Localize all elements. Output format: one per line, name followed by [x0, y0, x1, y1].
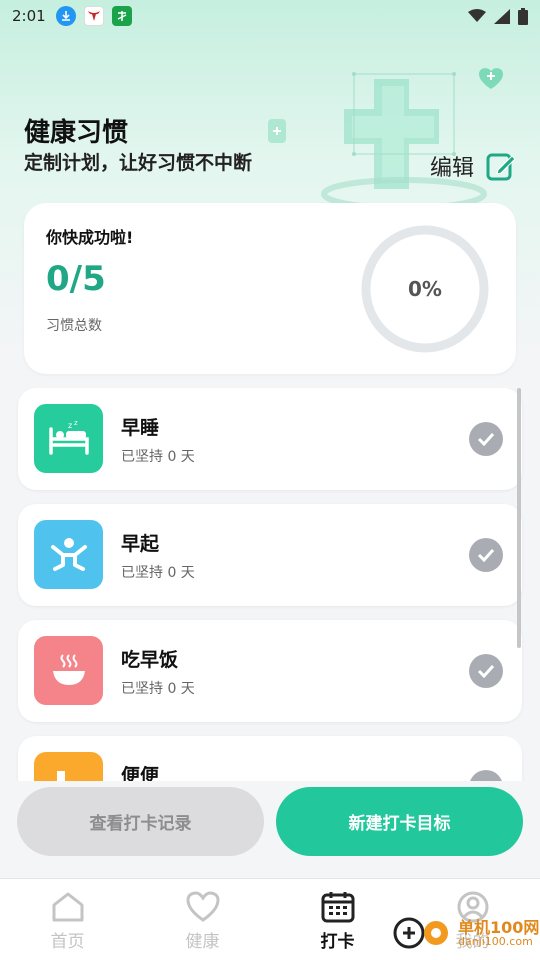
check-icon[interactable]: [469, 538, 503, 572]
wifi-icon: [468, 9, 486, 22]
summary-message: 你快成功啦!: [46, 228, 134, 247]
check-icon[interactable]: [469, 422, 503, 456]
habit-count-label: 习惯总数: [46, 318, 102, 334]
habit-card-poop[interactable]: 便便: [18, 736, 522, 781]
habit-name: 便便: [121, 765, 160, 781]
site-watermark: 单机100网 danji100.com: [392, 916, 539, 950]
signal-icon: [494, 8, 510, 24]
download-icon: [55, 6, 76, 26]
habit-name: 吃早饭: [121, 649, 179, 671]
calendar-icon: [321, 892, 354, 923]
battery-icon: [518, 7, 528, 25]
habit-name: 早起: [121, 533, 160, 555]
watermark-url: danji100.com: [458, 934, 533, 948]
toilet-icon: [34, 752, 103, 781]
habit-days: 已坚持 0 天: [121, 681, 195, 697]
tab-health[interactable]: 健康: [135, 879, 270, 960]
habit-card-wake-early[interactable]: 早起 已坚持 0 天: [18, 504, 522, 606]
status-time: 2:01: [12, 7, 46, 25]
habit-name: 早睡: [121, 417, 160, 439]
bed-icon: zz: [34, 404, 103, 473]
progress-percent: 0%: [408, 277, 442, 301]
habit-days: 已坚持 0 天: [121, 449, 195, 465]
home-icon: [52, 892, 83, 922]
status-bar: 2:01: [0, 0, 540, 32]
edit-button[interactable]: 编辑: [430, 150, 516, 182]
watermark-title: 单机100网: [458, 917, 540, 937]
habit-list[interactable]: zz 早睡 已坚持 0 天 早起 已坚持 0 天 吃早饭 已坚持 0 天 便便: [0, 388, 540, 781]
habit-card-breakfast[interactable]: 吃早饭 已坚持 0 天: [18, 620, 522, 722]
tab-label: 首页: [50, 932, 85, 952]
summary-card: 你快成功啦! 0/5 习惯总数 0%: [24, 203, 516, 374]
tab-label: 健康: [185, 932, 220, 952]
edit-label: 编辑: [430, 156, 475, 181]
habit-card-sleep-early[interactable]: zz 早睡 已坚持 0 天: [18, 388, 522, 490]
stretch-person-icon: [34, 520, 103, 589]
health-cross-illustration: [268, 68, 503, 204]
check-icon[interactable]: [469, 770, 503, 781]
tab-home[interactable]: 首页: [0, 879, 135, 960]
view-records-button[interactable]: 查看打卡记录: [17, 787, 264, 856]
tab-label: 打卡: [320, 932, 355, 952]
bowl-icon: [34, 636, 103, 705]
page-title: 健康习惯: [24, 118, 129, 148]
new-goal-button[interactable]: 新建打卡目标: [276, 787, 523, 856]
check-icon[interactable]: [469, 654, 503, 688]
edit-icon: [486, 153, 516, 181]
heart-icon: [185, 891, 220, 922]
svg-text:z: z: [74, 419, 78, 427]
habit-count: 0/5: [46, 259, 106, 299]
watermark-logo-icon: [393, 917, 448, 949]
svg-text:z: z: [68, 421, 72, 430]
habit-days: 已坚持 0 天: [121, 565, 195, 581]
page-subtitle: 定制计划，让好习惯不中断: [24, 152, 253, 174]
green-app-icon: [111, 6, 132, 26]
list-scrollbar[interactable]: [517, 388, 521, 648]
bull-app-icon: [83, 6, 104, 26]
tab-checkin[interactable]: 打卡: [270, 879, 405, 960]
